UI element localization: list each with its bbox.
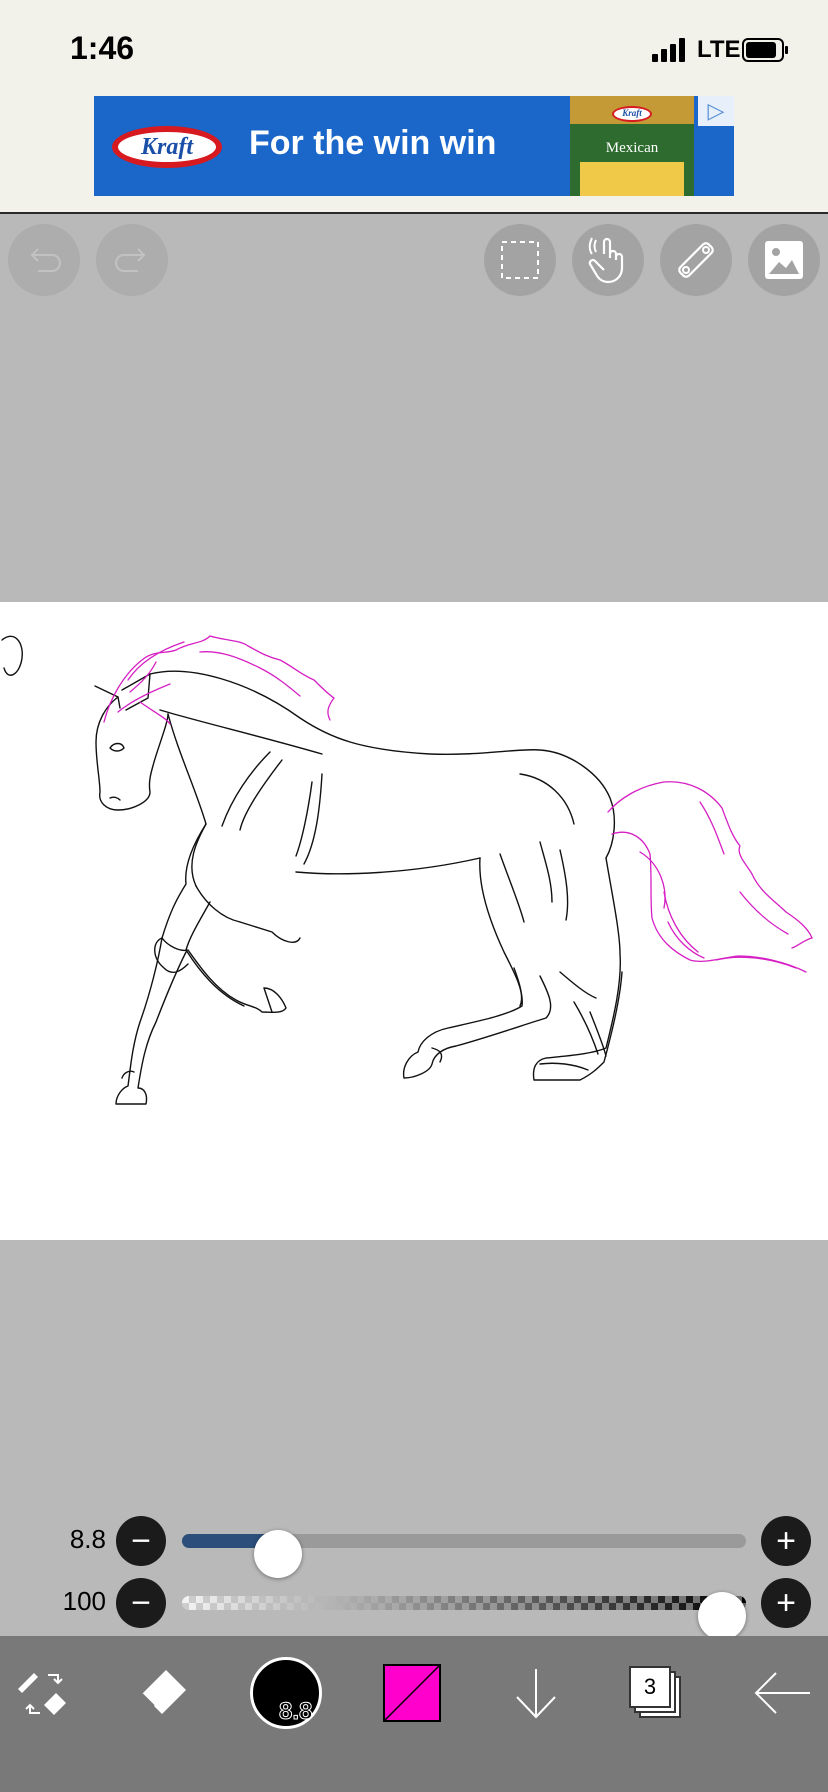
back-icon: [754, 1672, 810, 1714]
signal-icon: [652, 38, 685, 62]
ruler-button[interactable]: [660, 224, 732, 296]
undo-button[interactable]: [8, 224, 80, 296]
ad-choices-icon[interactable]: ▷: [698, 96, 734, 126]
image-button[interactable]: [748, 224, 820, 296]
layers-button[interactable]: 3: [616, 1648, 696, 1738]
ad-product-image: Kraft Mexican: [570, 96, 694, 196]
ad-product-name: Mexican: [605, 140, 659, 156]
ad-product-brand: Kraft: [612, 106, 652, 122]
brush-size-button[interactable]: 8.8: [246, 1648, 326, 1738]
save-arrow-icon: [516, 1669, 556, 1719]
status-bar: 1:46 LTE: [0, 0, 828, 96]
pen-eraser-switch-button[interactable]: [4, 1648, 84, 1738]
undo-icon: [30, 248, 61, 272]
ad-banner[interactable]: Kraft For the win win Kraft Mexican ▷: [94, 96, 734, 196]
layer-count: 3: [629, 1666, 671, 1708]
brush-size-increase-button[interactable]: +: [761, 1516, 811, 1566]
ruler-icon: [678, 242, 714, 278]
opacity-decrease-button[interactable]: −: [116, 1578, 166, 1628]
hand-button[interactable]: [572, 224, 644, 296]
kraft-logo: Kraft: [112, 126, 222, 168]
status-time: 1:46: [70, 30, 135, 66]
layers-icon: 3: [629, 1666, 683, 1720]
brush-size-slider[interactable]: [182, 1530, 746, 1578]
hand-icon: [588, 237, 624, 284]
brush-size-decrease-button[interactable]: −: [116, 1516, 166, 1566]
brush-size-slider-thumb[interactable]: [254, 1530, 303, 1578]
battery-icon: [742, 38, 788, 62]
ad-area: Kraft For the win win Kraft Mexican ▷: [0, 96, 828, 214]
brush-size-value: 8.8: [69, 1524, 106, 1554]
eraser-button[interactable]: [126, 1648, 206, 1738]
opacity-slider[interactable]: [182, 1592, 746, 1640]
selection-icon: [501, 241, 539, 279]
redo-button[interactable]: [96, 224, 168, 296]
opacity-slider-checker: [182, 1596, 746, 1610]
ad-product-cheese: [580, 162, 684, 196]
brush-size-indicator-label: 8.8: [278, 1698, 313, 1726]
kraft-logo-text: Kraft: [140, 133, 193, 160]
save-button[interactable]: [496, 1648, 576, 1738]
opacity-slider-thumb[interactable]: [698, 1592, 746, 1640]
pen-eraser-switch-icon: [18, 1673, 66, 1715]
selection-button[interactable]: [484, 224, 556, 296]
eraser-icon: [141, 1670, 186, 1714]
color-icon: [383, 1664, 441, 1722]
brush-size-slider-row: 8.8 − +: [0, 1516, 828, 1578]
brush-size-icon: 8.8: [250, 1657, 322, 1729]
horse-drawing: [1, 635, 813, 1105]
image-icon: [765, 241, 803, 279]
top-toolbar: [0, 224, 828, 296]
opacity-increase-button[interactable]: +: [761, 1578, 811, 1628]
opacity-value: 100: [62, 1586, 106, 1616]
redo-icon: [115, 248, 146, 272]
drawing-canvas[interactable]: [0, 602, 828, 1240]
color-button[interactable]: [372, 1648, 452, 1738]
network-type: LTE: [697, 36, 741, 63]
ad-headline: For the win win: [249, 124, 497, 162]
opacity-slider-row: 100 − +: [0, 1578, 828, 1640]
color-swatch-slash: [385, 1666, 439, 1720]
back-button[interactable]: [742, 1648, 822, 1738]
bottom-toolbar: 8.8 3: [0, 1636, 828, 1792]
